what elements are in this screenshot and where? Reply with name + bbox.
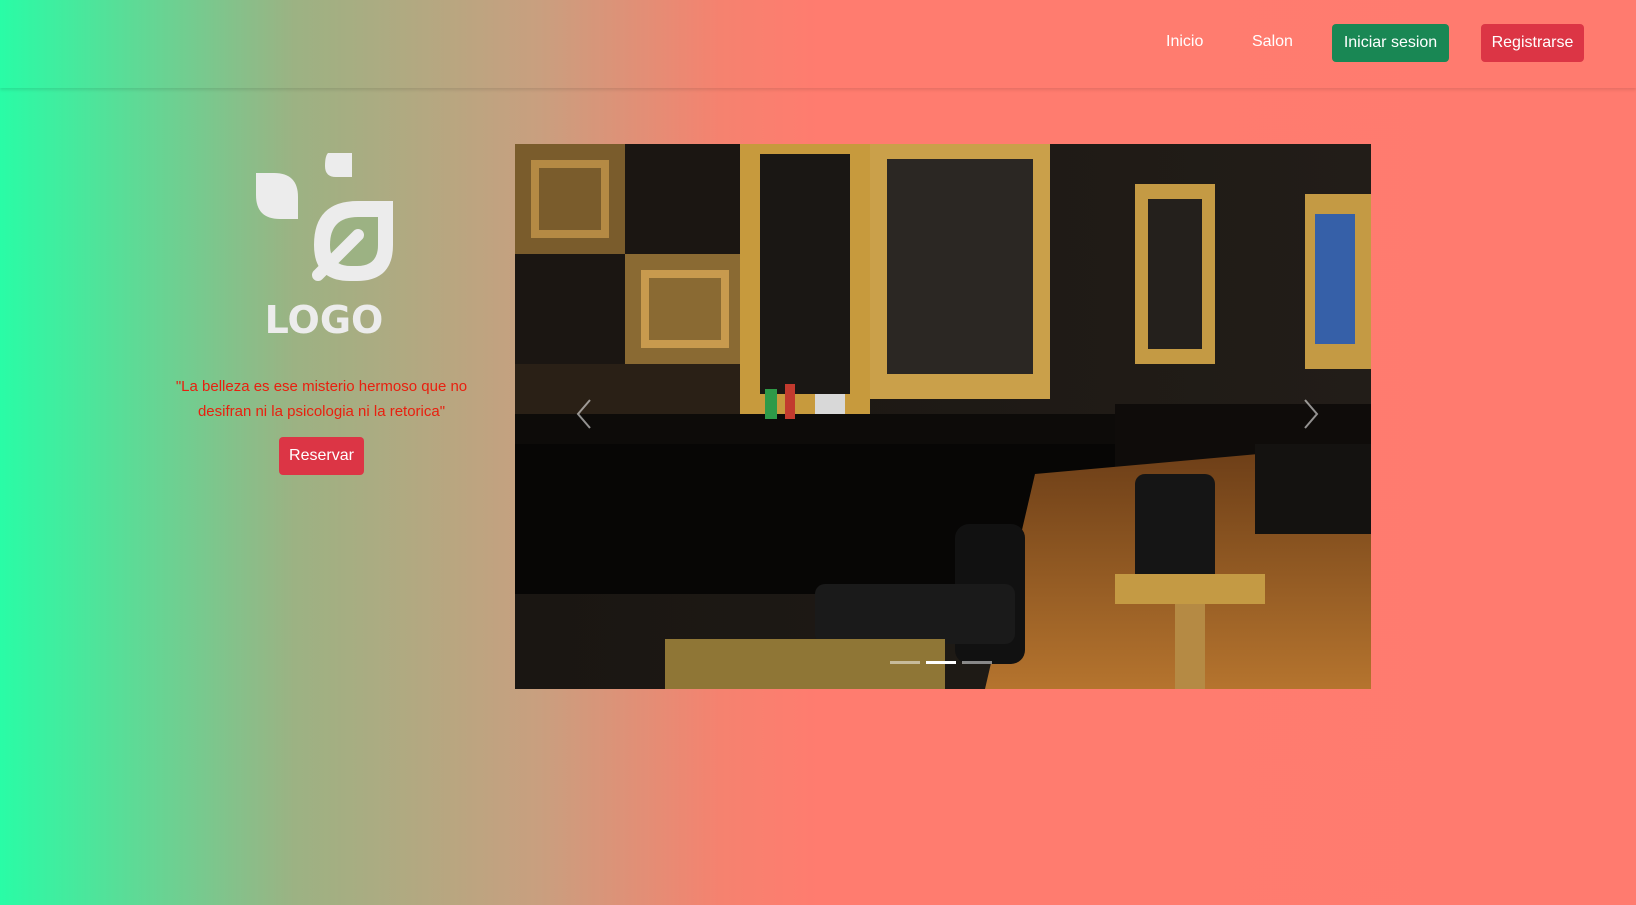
barbershop-photo — [515, 144, 1371, 689]
hero-quote: "La belleza es ese misterio hermoso que … — [175, 378, 468, 420]
login-button[interactable]: Iniciar sesion — [1332, 24, 1449, 62]
carousel-indicator[interactable] — [890, 661, 920, 664]
logo-text: LOGO — [264, 298, 384, 342]
carousel-next-button[interactable] — [1295, 394, 1325, 434]
top-navbar: Inicio Salon Iniciar sesion Registrarse — [0, 0, 1636, 88]
reserve-button[interactable]: Reservar — [279, 437, 364, 475]
carousel-indicators — [890, 659, 1000, 667]
carousel-prev-button[interactable] — [570, 394, 600, 434]
carousel-indicator[interactable] — [926, 661, 956, 664]
nav-link-inicio[interactable]: Inicio — [1166, 33, 1203, 51]
chevron-left-icon — [576, 399, 591, 429]
carousel-indicator[interactable] — [962, 661, 992, 664]
register-button[interactable]: Registrarse — [1481, 24, 1584, 62]
salon-carousel — [515, 144, 1371, 689]
nav-link-salon[interactable]: Salon — [1252, 33, 1293, 51]
chevron-right-icon — [1304, 399, 1319, 429]
